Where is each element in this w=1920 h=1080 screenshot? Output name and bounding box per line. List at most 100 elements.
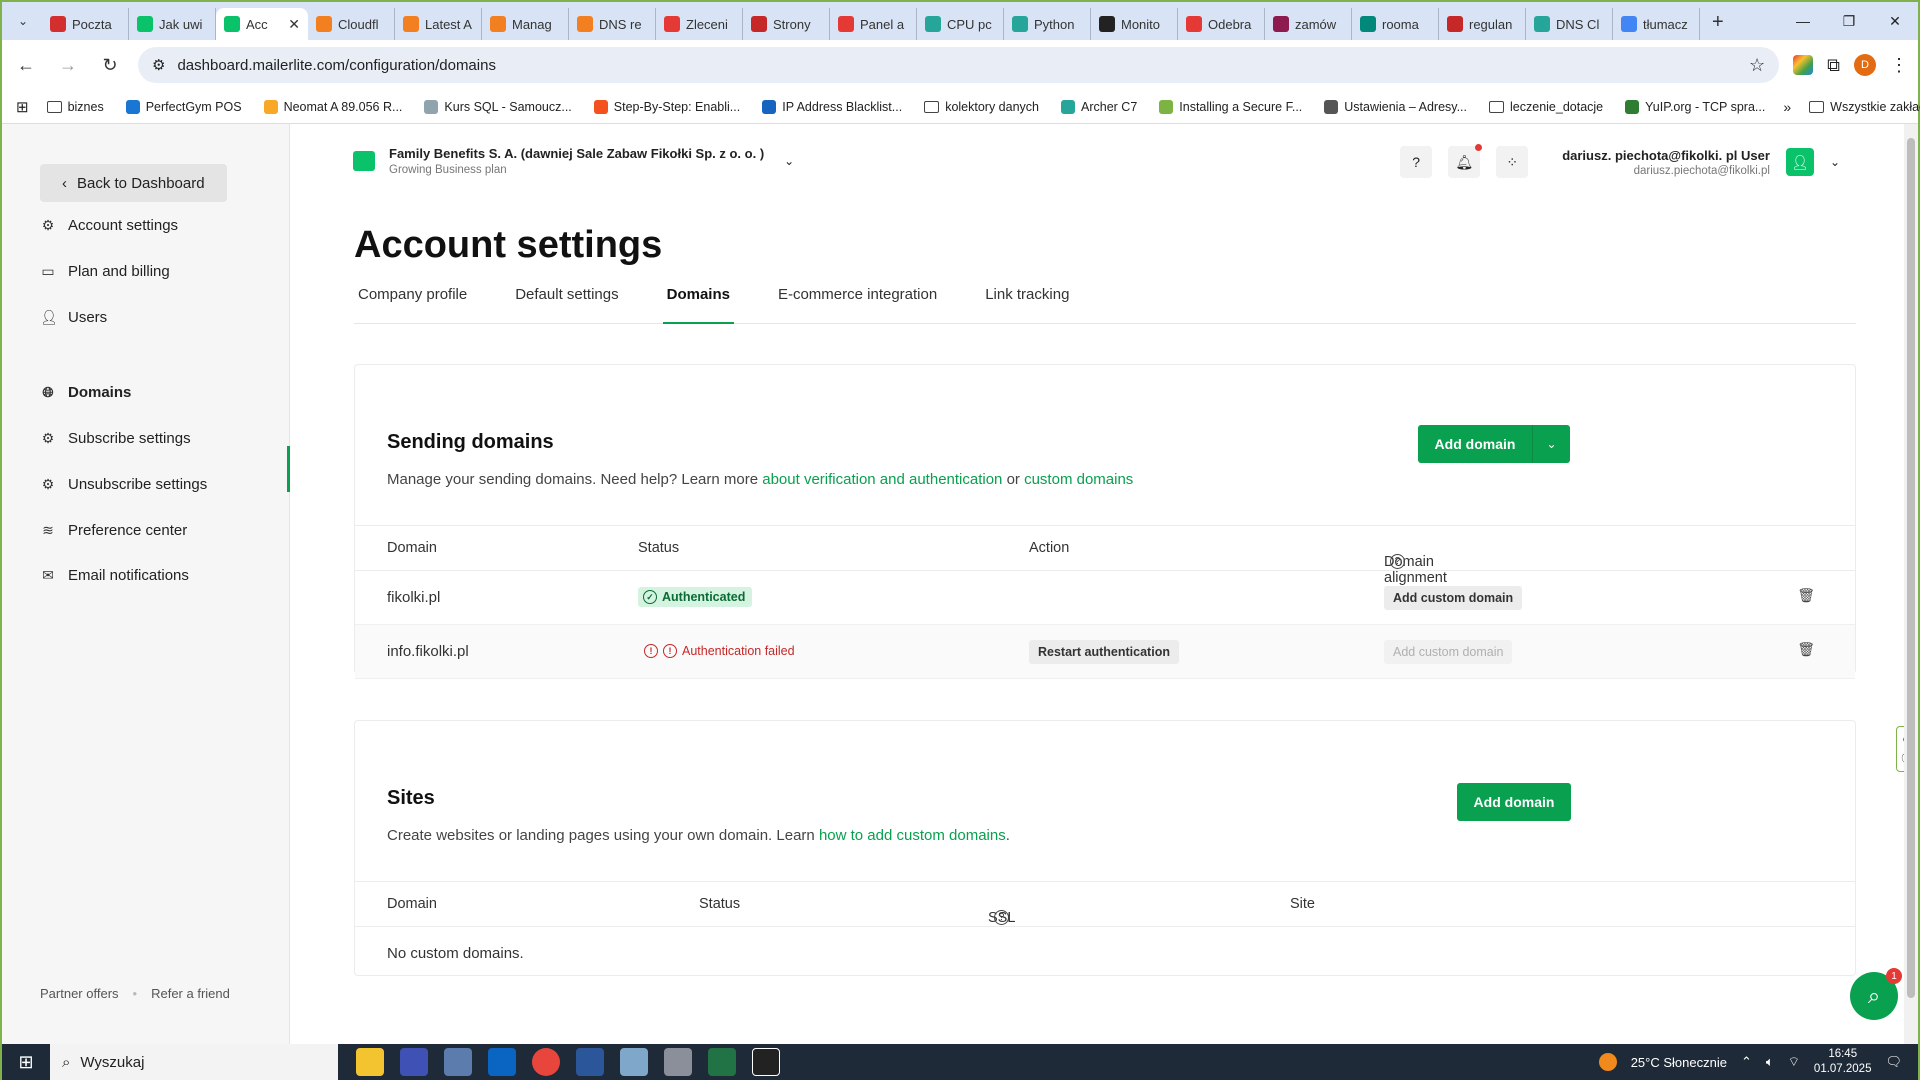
apps-grid-icon[interactable]: ⊞	[16, 98, 29, 116]
browser-menu-icon[interactable]: ⋮	[1890, 55, 1908, 76]
bookmark-item[interactable]: kolektory danych	[924, 100, 1039, 114]
tray-chevron-icon[interactable]: ⌃	[1741, 1054, 1752, 1070]
page-scrollbar[interactable]	[1904, 124, 1918, 1044]
browser-tab[interactable]: Manag	[482, 8, 569, 40]
browser-tab[interactable]: regulan	[1439, 8, 1526, 40]
browser-tab[interactable]: Acc ✕	[216, 8, 308, 40]
add-custom-domain-button[interactable]: Add custom domain	[1384, 586, 1523, 610]
browser-tab[interactable]: Odebra	[1178, 8, 1265, 40]
sidebar-item-email-notifications[interactable]: ✉ Email notifications	[40, 567, 189, 584]
browser-tab[interactable]: Jak uwi	[129, 8, 216, 40]
weather-text[interactable]: 25°C Słonecznie	[1631, 1055, 1727, 1070]
notepad-icon[interactable]	[620, 1048, 648, 1076]
add-site-domain-button[interactable]: Add domain	[1457, 783, 1571, 821]
bookmark-item[interactable]: Step-By-Step: Enabli...	[593, 99, 740, 114]
forward-arrow-icon[interactable]: →	[54, 51, 82, 79]
sidebar-item-plan-and-billing[interactable]: ▭ Plan and billing	[40, 263, 169, 280]
more-bookmarks-icon[interactable]: »	[1783, 99, 1791, 115]
browser-tab[interactable]: tłumacz	[1613, 8, 1700, 40]
sidebar-item-preference-center[interactable]: ≋ Preference center	[40, 522, 187, 539]
volume-icon[interactable]: 🔈︎	[1766, 1054, 1774, 1070]
custom-domains-link[interactable]: custom domains	[1024, 471, 1133, 488]
apps-icon[interactable]: ⁘	[1496, 146, 1529, 178]
account-switcher[interactable]: Family Benefits S. A. (dawniej Sale Zaba…	[353, 146, 794, 176]
browser-tab[interactable]: zamów	[1265, 8, 1352, 40]
chat-support-button[interactable]: ⌕ 1	[1850, 968, 1902, 1020]
tab-link-tracking[interactable]: Link tracking	[981, 284, 1073, 324]
remote-app-icon[interactable]	[752, 1048, 780, 1076]
browser-tab[interactable]: Monito	[1091, 8, 1178, 40]
bookmark-item[interactable]: leczenie_dotacje	[1489, 100, 1603, 114]
browser-tab[interactable]: rooma	[1352, 8, 1439, 40]
back-arrow-icon[interactable]: ←	[12, 51, 40, 79]
bookmark-item[interactable]: IP Address Blacklist...	[762, 99, 902, 114]
paint-icon[interactable]	[664, 1048, 692, 1076]
alignment-help-icon[interactable]: ?	[1390, 554, 1405, 569]
all-bookmarks-folder[interactable]: Wszystkie zakładki	[1809, 100, 1920, 114]
close-tab-icon[interactable]: ✕	[288, 16, 300, 33]
bookmark-item[interactable]: Archer C7	[1061, 99, 1137, 114]
profile-avatar[interactable]: D	[1854, 54, 1876, 76]
notifications-icon[interactable]: 🗨︎	[1885, 1054, 1902, 1070]
tab-search-icon[interactable]: ⌄	[10, 8, 36, 34]
file-explorer-icon[interactable]	[356, 1048, 384, 1076]
browser-tab[interactable]: Python	[1004, 8, 1091, 40]
trash-icon[interactable]: 🗑︎	[1797, 641, 1815, 658]
taskbar-search-input[interactable]: ⌕ Wyszukaj	[50, 1044, 338, 1080]
help-icon[interactable]: ?	[1400, 146, 1433, 178]
url-input[interactable]: ⚙ dashboard.mailerlite.com/configuration…	[138, 47, 1780, 83]
bookmark-star-icon[interactable]: ☆	[1749, 55, 1765, 76]
trash-icon[interactable]: 🗑︎	[1797, 587, 1815, 604]
word-icon[interactable]	[576, 1048, 604, 1076]
save-app-icon[interactable]	[400, 1048, 428, 1076]
sidebar-item-subscribe-settings[interactable]: ⚙ Subscribe settings	[40, 430, 191, 447]
verification-link[interactable]: about verification and authentication	[762, 471, 1002, 488]
outlook-icon[interactable]	[488, 1048, 516, 1076]
sidebar-item-unsubscribe-settings[interactable]: ⚙ Unsubscribe settings	[40, 476, 208, 493]
reload-icon[interactable]: ↻	[96, 51, 124, 79]
maximize-icon[interactable]: ❐	[1826, 2, 1872, 40]
sidebar-item-domains[interactable]: 🌐︎ Domains	[40, 384, 131, 401]
user-info[interactable]: dariusz. piechota@fikolki. pl User dariu…	[1562, 148, 1770, 177]
restart-authentication-button[interactable]: Restart authentication	[1029, 640, 1179, 664]
bookmark-item[interactable]: Kurs SQL - Samoucz...	[424, 99, 572, 114]
browser-tab[interactable]: DNS re	[569, 8, 656, 40]
browser-tab[interactable]: DNS Cl	[1526, 8, 1613, 40]
partner-offers-link[interactable]: Partner offers	[40, 986, 119, 1001]
globe-app-icon[interactable]	[444, 1048, 472, 1076]
bookmark-item[interactable]: biznes	[46, 100, 104, 114]
notifications-bell-icon[interactable]: 🔔︎	[1448, 144, 1483, 178]
bookmark-item[interactable]: Ustawienia – Adresy...	[1324, 99, 1467, 114]
browser-tab[interactable]: Panel a	[830, 8, 917, 40]
user-avatar-icon[interactable]: 👤︎	[1785, 148, 1814, 176]
tab-default-settings[interactable]: Default settings	[511, 284, 622, 324]
back-to-dashboard-button[interactable]: ‹ Back to Dashboard	[40, 164, 227, 202]
tab-e-commerce-integration[interactable]: E-commerce integration	[774, 284, 941, 324]
bookmark-item[interactable]: Neomat A 89.056 R...	[263, 99, 402, 114]
add-domain-dropdown-icon[interactable]: ⌄	[1532, 425, 1570, 463]
browser-tab[interactable]: Strony	[743, 8, 830, 40]
extension-icon[interactable]	[1793, 55, 1814, 75]
tab-domains[interactable]: Domains	[662, 284, 734, 324]
windows-start-icon[interactable]: ⊞	[2, 1052, 50, 1073]
extensions-puzzle-icon[interactable]: ⧉	[1827, 55, 1840, 76]
weather-sun-icon[interactable]	[1598, 1053, 1617, 1071]
user-menu-chevron-icon[interactable]: ⌄	[1830, 155, 1840, 169]
ssl-help-icon[interactable]: ?	[994, 910, 1009, 925]
browser-tab[interactable]: Poczta	[42, 8, 129, 40]
taskbar-clock[interactable]: 16:45 01.07.2025	[1814, 1047, 1872, 1077]
tab-company-profile[interactable]: Company profile	[354, 284, 471, 324]
browser-tab[interactable]: CPU pc	[917, 8, 1004, 40]
excel-icon[interactable]	[708, 1048, 736, 1076]
bookmark-item[interactable]: YuIP.org - TCP spra...	[1625, 99, 1765, 114]
bookmark-item[interactable]: PerfectGym POS	[125, 99, 242, 114]
add-sending-domain-button[interactable]: Add domain	[1418, 425, 1532, 463]
new-tab-icon[interactable]: +	[1700, 11, 1736, 40]
browser-tab[interactable]: Zleceni	[656, 8, 743, 40]
how-to-custom-domains-link[interactable]: how to add custom domains	[819, 827, 1006, 844]
site-info-icon[interactable]: ⚙	[152, 56, 165, 74]
refer-friend-link[interactable]: Refer a friend	[151, 986, 230, 1001]
browser-tab[interactable]: Latest A	[395, 8, 482, 40]
minimize-icon[interactable]: —	[1780, 2, 1826, 40]
browser-tab[interactable]: Cloudfl	[308, 8, 395, 40]
